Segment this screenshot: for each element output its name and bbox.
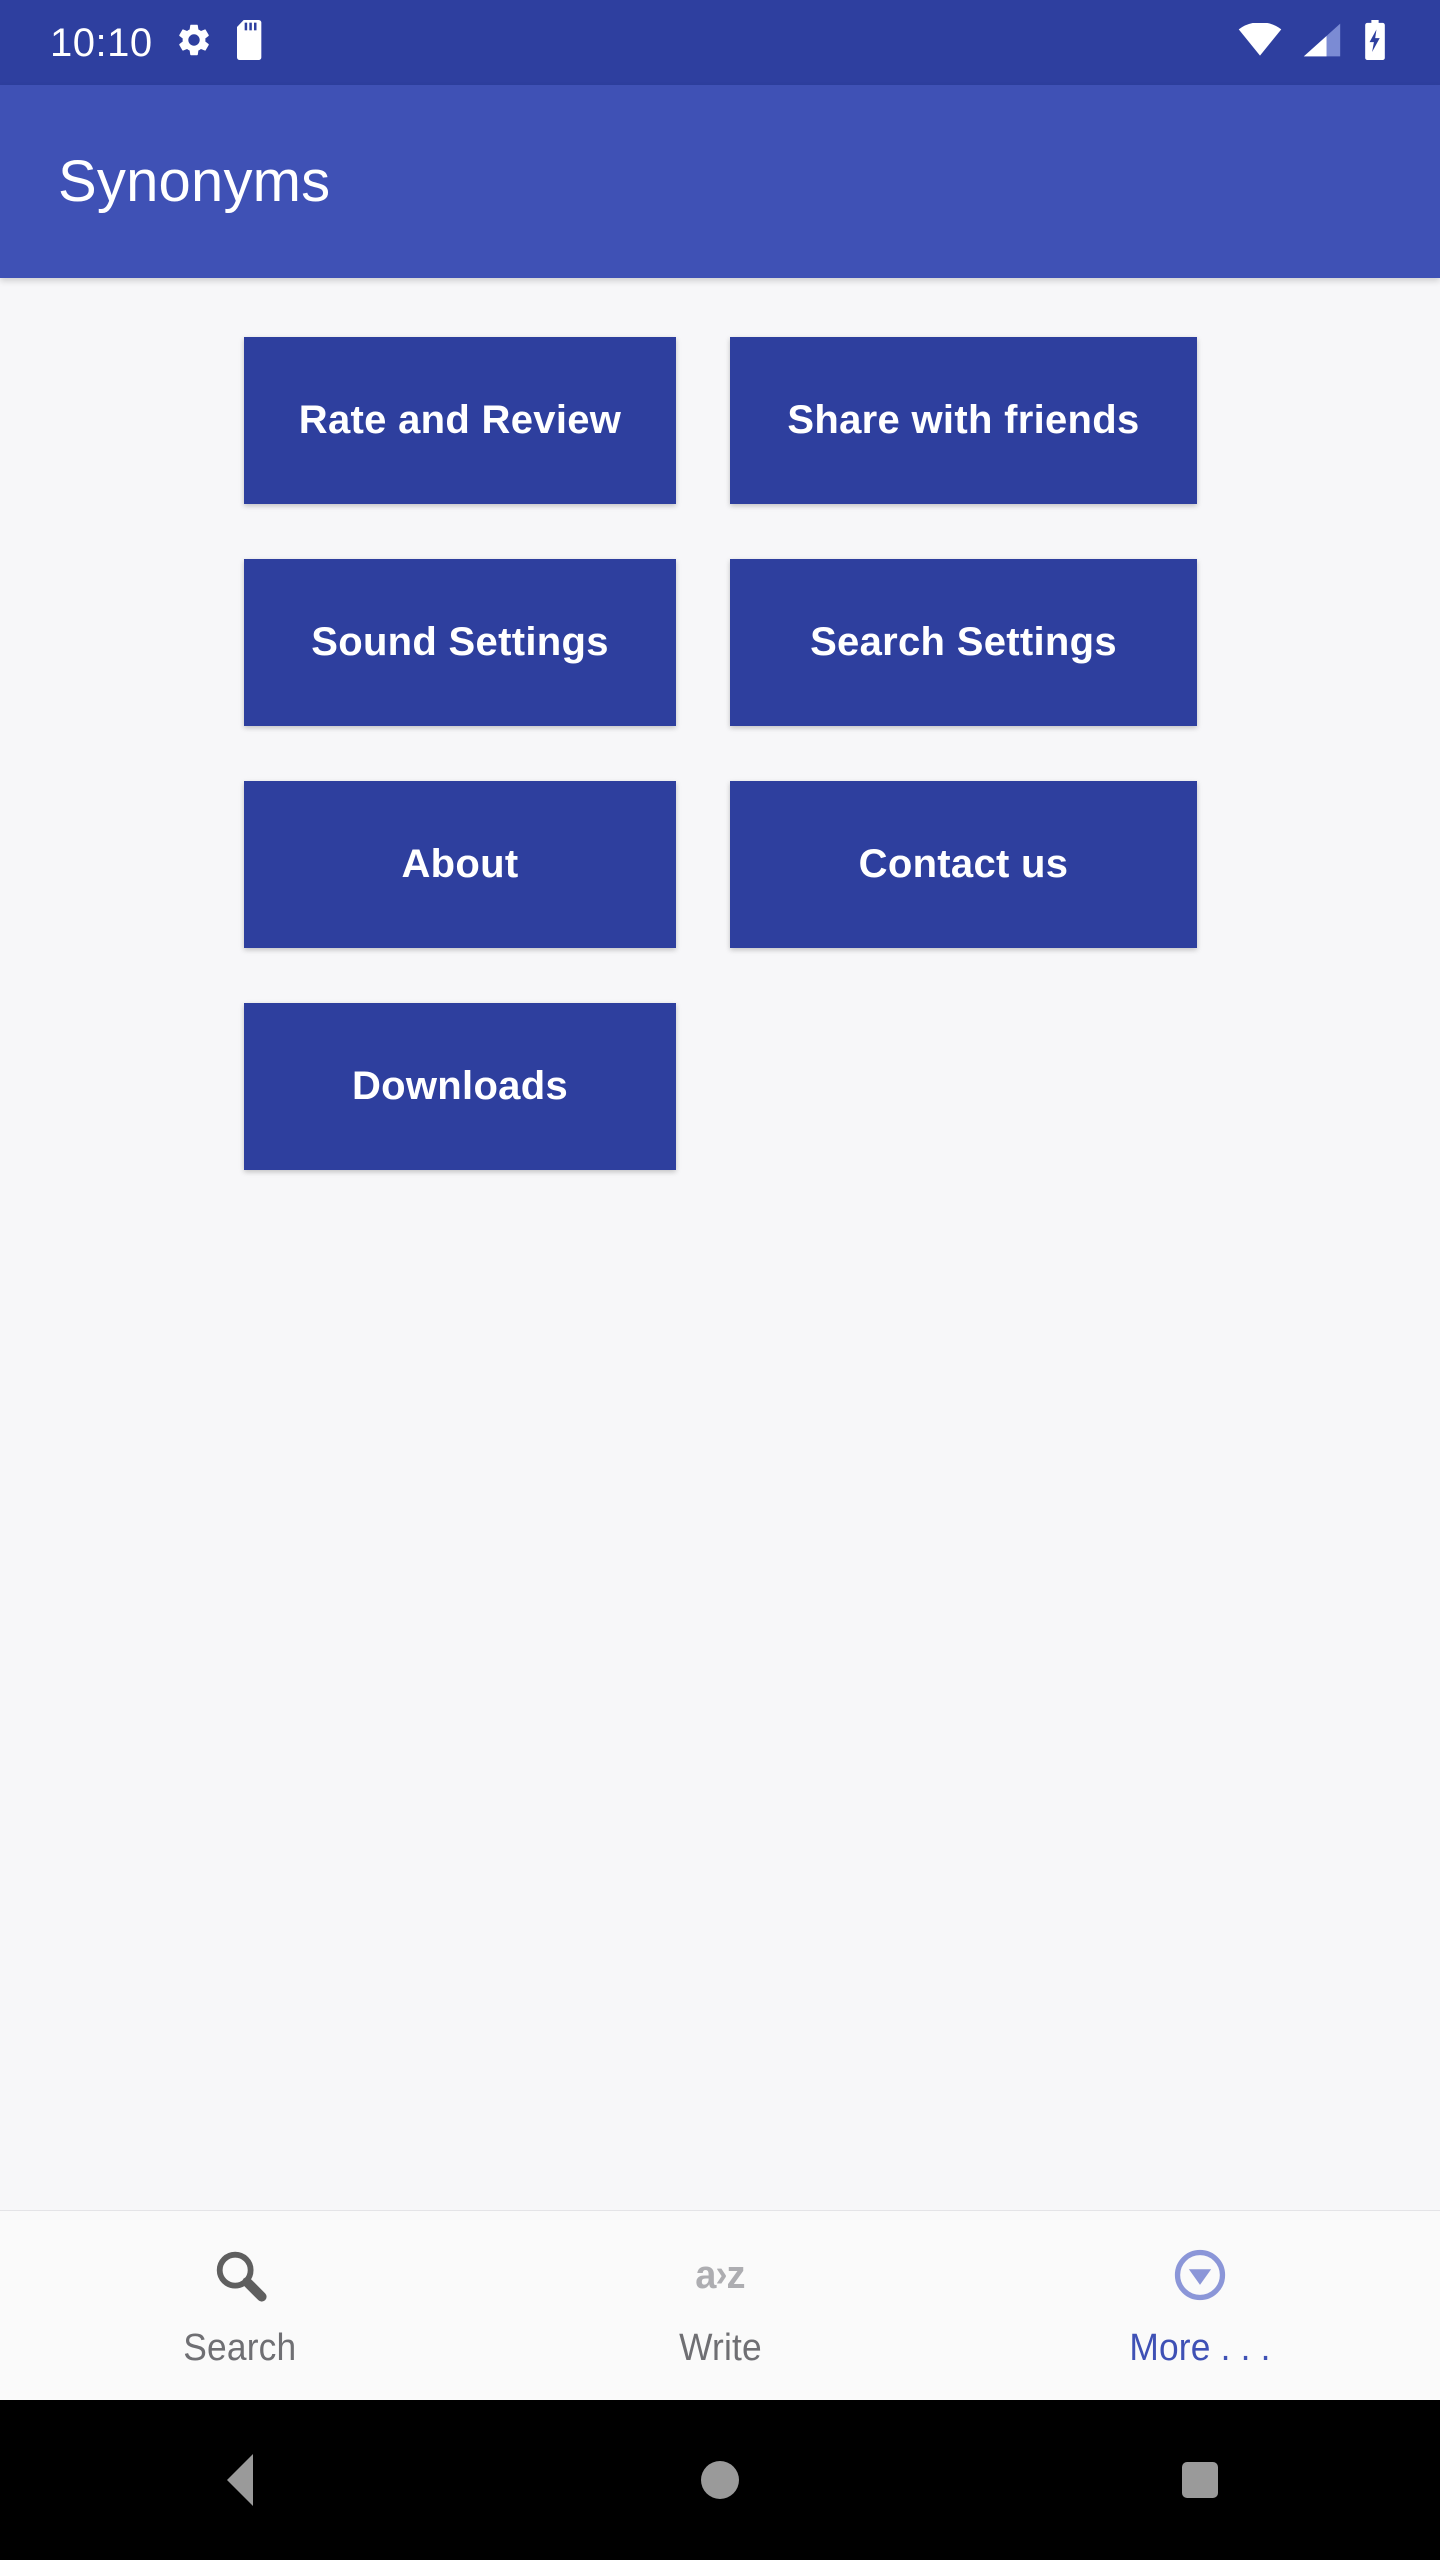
rate-and-review-button[interactable]: Rate and Review	[244, 337, 676, 504]
sd-card-icon	[235, 20, 269, 65]
system-recents-button[interactable]	[960, 2462, 1440, 2498]
square-recents-icon	[1182, 2462, 1218, 2498]
a-to-z-icon-arrow: ›	[715, 2252, 728, 2295]
status-bar-clock: 10:10	[50, 20, 153, 65]
system-back-button[interactable]	[0, 2454, 480, 2506]
nav-label-more: More . . .	[1129, 2327, 1271, 2369]
a-to-z-icon-z: z	[726, 2252, 746, 2297]
gear-icon	[175, 21, 213, 64]
phone-screen: 10:10 Synonyms Rate and Review Share wit…	[0, 0, 1440, 2560]
circle-chevron-down-icon	[1171, 2241, 1229, 2309]
search-settings-button[interactable]: Search Settings	[730, 559, 1197, 726]
triangle-back-icon	[227, 2454, 253, 2506]
search-icon	[211, 2241, 269, 2309]
main-content: Rate and Review Share with friends Sound…	[0, 278, 1440, 2210]
contact-us-button[interactable]: Contact us	[730, 781, 1197, 948]
status-bar-right	[1238, 20, 1410, 65]
sound-settings-button[interactable]: Sound Settings	[244, 559, 676, 726]
downloads-button[interactable]: Downloads	[244, 1003, 676, 1170]
status-bar-left: 10:10	[50, 20, 269, 65]
nav-label-search: Search	[183, 2327, 297, 2369]
bottom-navigation-bar: Search a › z Write More . . .	[0, 2210, 1440, 2400]
battery-charging-icon	[1362, 20, 1388, 65]
nav-item-search[interactable]: Search	[0, 2241, 480, 2370]
about-button[interactable]: About	[244, 781, 676, 948]
menu-button-grid: Rate and Review Share with friends Sound…	[244, 337, 1199, 1170]
share-with-friends-button[interactable]: Share with friends	[730, 337, 1197, 504]
page-title: Synonyms	[58, 149, 331, 214]
system-home-button[interactable]	[480, 2461, 960, 2499]
wifi-icon	[1238, 22, 1282, 62]
nav-item-write[interactable]: a › z Write	[480, 2241, 960, 2370]
system-navigation-bar	[0, 2400, 1440, 2560]
nav-item-more[interactable]: More . . .	[960, 2241, 1440, 2370]
nav-label-write: Write	[678, 2327, 762, 2369]
a-to-z-icon-a: a	[695, 2252, 716, 2297]
app-bar: Synonyms	[0, 85, 1440, 278]
a-to-z-icon: a › z	[694, 2241, 746, 2309]
cellular-signal-icon	[1302, 23, 1342, 62]
status-bar: 10:10	[0, 0, 1440, 85]
circle-home-icon	[701, 2461, 739, 2499]
